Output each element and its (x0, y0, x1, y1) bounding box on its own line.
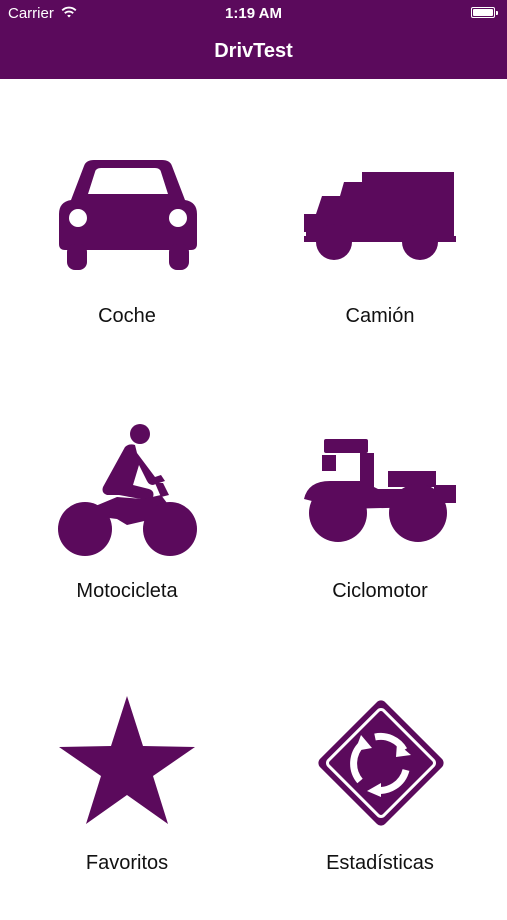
moped-icon (304, 439, 456, 542)
menu-item-label: Estadísticas (326, 852, 434, 874)
roundabout-sign-icon (318, 700, 444, 826)
menu-item-camion[interactable]: Camión (270, 140, 490, 370)
menu-item-label: Motocicleta (76, 580, 178, 602)
menu-item-label: Ciclomotor (332, 580, 428, 602)
nav-title: DrivTest (214, 40, 293, 62)
menu-item-coche[interactable]: Coche (17, 140, 237, 370)
battery-icon (471, 7, 498, 18)
star-icon (59, 696, 195, 824)
menu-item-favoritos[interactable]: Favoritos (17, 690, 237, 920)
menu-item-label: Favoritos (85, 852, 169, 874)
menu-item-label: Coche (98, 305, 156, 327)
motorcycle-icon (58, 424, 197, 556)
top-bar: Carrier 1:19 AM DrivTest (0, 0, 507, 79)
menu-item-estadisticas[interactable]: Estadísticas (270, 690, 490, 920)
menu-item-label: Camión (345, 305, 415, 327)
truck-icon (304, 172, 456, 260)
status-bar: Carrier 1:19 AM (0, 0, 507, 28)
menu-item-motocicleta[interactable]: Motocicleta (17, 415, 237, 645)
status-time: 1:19 AM (225, 5, 282, 22)
menu-item-ciclomotor[interactable]: Ciclomotor (270, 415, 490, 645)
car-icon (59, 160, 197, 270)
